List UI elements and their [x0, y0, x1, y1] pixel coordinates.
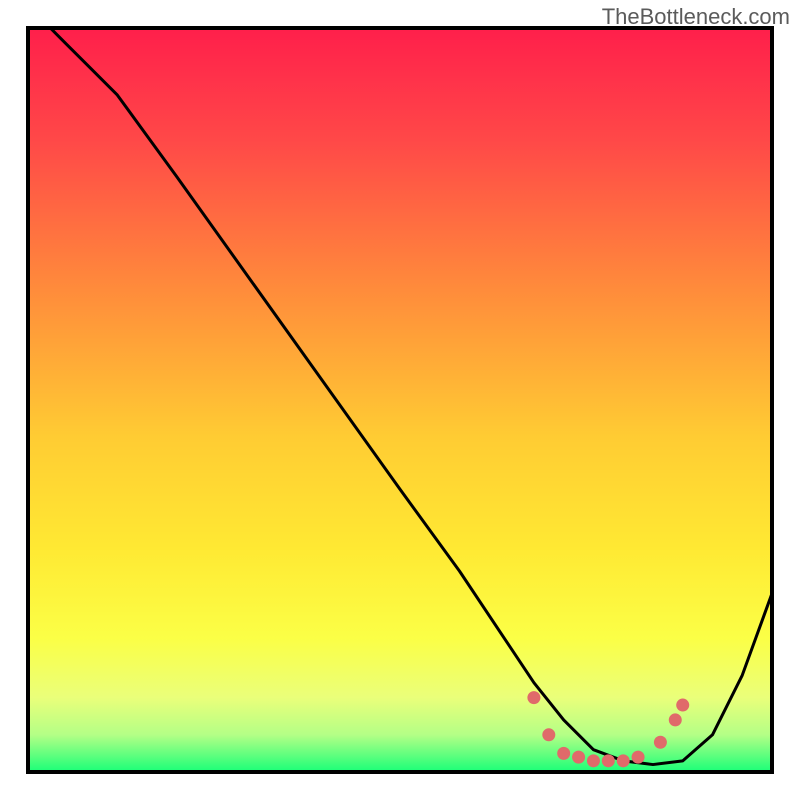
- data-marker: [602, 754, 615, 767]
- data-marker: [557, 747, 570, 760]
- data-marker: [669, 713, 682, 726]
- watermark-text: TheBottleneck.com: [602, 4, 790, 30]
- data-marker: [527, 691, 540, 704]
- data-marker: [617, 754, 630, 767]
- data-marker: [654, 736, 667, 749]
- gradient-background: [28, 28, 772, 772]
- chart-svg-wrap: [0, 0, 800, 800]
- data-marker: [572, 751, 585, 764]
- data-marker: [676, 699, 689, 712]
- data-marker: [587, 754, 600, 767]
- data-marker: [542, 728, 555, 741]
- chart-svg: [0, 0, 800, 800]
- data-marker: [632, 751, 645, 764]
- chart-stage: TheBottleneck.com: [0, 0, 800, 800]
